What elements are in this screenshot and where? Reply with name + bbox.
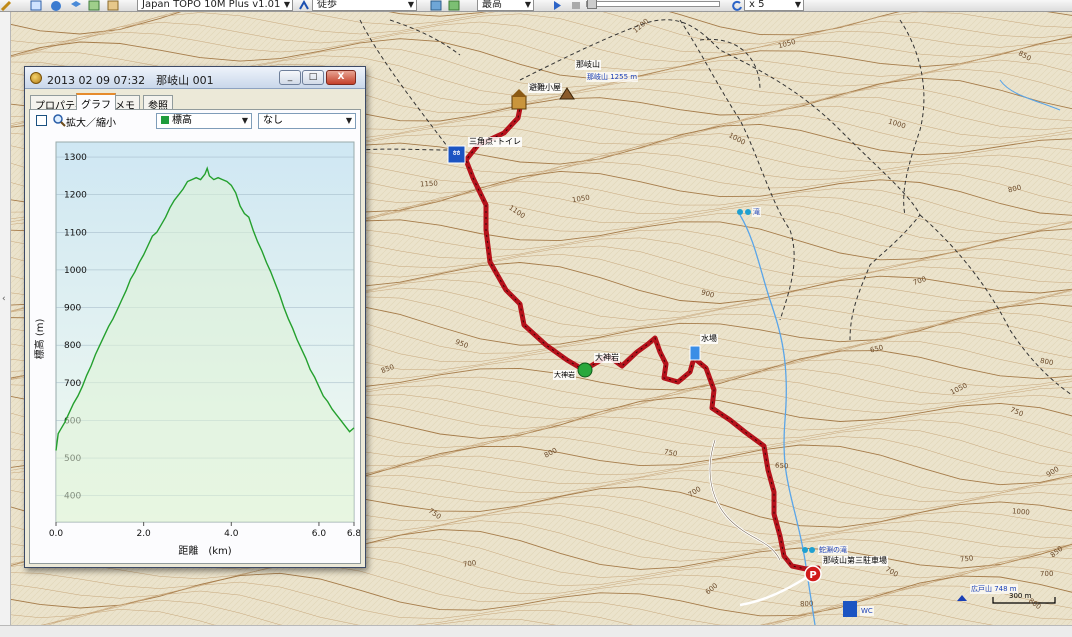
graph-options: 拡大／縮小 標高 ▼ なし ▼ [30, 110, 360, 132]
track-icon [30, 72, 42, 84]
compare-select[interactable]: なし ▼ [258, 113, 356, 129]
x-tick-label: 2.0 [136, 529, 151, 539]
elevation-chart[interactable]: 4005006007008009001000110012001300 0.02.… [30, 134, 360, 564]
playback-slider[interactable] [586, 0, 720, 9]
contour-label: 650 [774, 461, 789, 471]
contour-label: 1150 [419, 179, 439, 189]
chevron-down-icon: ▼ [524, 0, 531, 9]
trig-toilet-label: 三角点･トイレ [468, 137, 522, 147]
y-tick-label: 800 [64, 341, 81, 351]
y-tick-label: 900 [64, 304, 81, 314]
tab-reference[interactable]: 参照 [143, 95, 173, 112]
y-tick-label: 1300 [64, 153, 87, 163]
zoom-checkbox[interactable] [36, 115, 47, 126]
compare-select-value: なし [263, 115, 283, 126]
slider-handle[interactable] [587, 0, 597, 9]
layers-icon[interactable] [70, 0, 82, 11]
map-icon[interactable] [88, 0, 100, 11]
waypoint-ogamiiwa[interactable] [577, 362, 593, 378]
chevron-down-icon: ▼ [283, 0, 290, 9]
chevron-down-icon: ▼ [345, 116, 352, 125]
wc-icon[interactable] [843, 601, 857, 617]
mode-select[interactable]: 徒歩 ▼ [312, 0, 417, 11]
summit-elevation-label: 那岐山 1255 m [586, 72, 639, 82]
speed-value: x 5 [749, 0, 765, 10]
terrain-icon[interactable] [430, 0, 442, 11]
toolbar: Japan TOPO 10M Plus v1.01 ▼ 徒歩 ▼ 最高 ▼ x 5 ▼ [0, 0, 1072, 12]
series-select-value: 標高 [172, 115, 192, 126]
tab-graph[interactable]: グラフ [76, 93, 116, 111]
fall-lower-label: 蛇淵の滝 [818, 545, 848, 555]
waterfall-icon[interactable] [802, 547, 808, 553]
close-button[interactable]: X [326, 70, 356, 85]
speed-select[interactable]: x 5 ▼ [744, 0, 804, 11]
magnifier-icon [53, 114, 66, 127]
contour-label: 800 [799, 599, 814, 609]
window-icon[interactable] [30, 0, 42, 11]
contour-label: 750 [959, 554, 974, 564]
collapse-grip-icon[interactable]: ‹ [2, 294, 9, 312]
play-icon[interactable] [551, 0, 563, 11]
dialog-title: 2013 02 09 07:32 那岐山 001 [47, 74, 214, 87]
summit-label: 那岐山 [575, 60, 601, 70]
toilet-glyph: ᅘ [451, 149, 461, 162]
waterfall-icon[interactable] [737, 209, 743, 215]
map-layers-icon[interactable] [107, 0, 119, 11]
x-tick-label: 4.0 [224, 529, 239, 539]
graph-panel: 拡大／縮小 標高▼ なし▼ 40050060070080090010001100… [29, 109, 361, 564]
series-select[interactable]: 標高 ▼ [156, 113, 252, 129]
water-tap-icon[interactable] [689, 345, 701, 361]
x-tick-label: 6.8 [347, 529, 360, 539]
map-left-edge: ‹ [0, 12, 11, 637]
track-properties-dialog: 2013 02 09 07:32 那岐山 001 _ □ X プロパティ グラフ… [24, 66, 366, 568]
globe-icon[interactable] [50, 0, 62, 11]
waterfall-icon [809, 547, 815, 553]
minimize-button[interactable]: _ [279, 70, 301, 85]
water-label: 水場 [700, 334, 718, 344]
x-axis-label: 距離 (km) [178, 544, 231, 557]
chevron-down-icon: ▼ [241, 116, 248, 125]
y-tick-label: 1200 [64, 191, 87, 201]
contour-label: 1000 [1011, 507, 1031, 517]
route-icon[interactable] [298, 0, 310, 11]
wc-label: WC [860, 606, 874, 616]
stop-icon[interactable] [570, 0, 582, 11]
x-tick-label: 6.0 [312, 529, 327, 539]
parking-glyph: P [809, 570, 816, 581]
ogamiiwa-waypoint-label: 大神岩 [553, 370, 576, 380]
ogamiiwa-label: 大神岩 [594, 353, 620, 363]
y-tick-label: 1100 [64, 228, 87, 238]
x-tick-label: 0.0 [49, 529, 64, 539]
maximize-button[interactable]: □ [302, 70, 324, 85]
map-product-select[interactable]: Japan TOPO 10M Plus v1.01 ▼ [137, 0, 293, 11]
fall-upper-label: 滝 [752, 207, 761, 217]
status-bar [0, 625, 1072, 637]
hut-icon[interactable] [511, 95, 527, 110]
shade-icon[interactable] [448, 0, 460, 11]
parking-label: 那岐山第三駐車場 [822, 556, 888, 566]
replay-icon[interactable] [731, 0, 743, 11]
quality-select[interactable]: 最高 ▼ [477, 0, 534, 11]
zoom-label: 拡大／縮小 [66, 118, 116, 129]
y-axis-label: 標高 (m) [33, 319, 46, 360]
y-tick-label: 700 [64, 379, 81, 389]
map-product-value: Japan TOPO 10M Plus v1.01 [142, 0, 281, 10]
contour-label: 700 [1039, 569, 1054, 579]
app-window: ᅘ P 那岐山 那岐山 1255 m 避難小屋 三角点･トイレ 大神岩 大神岩 … [0, 0, 1072, 637]
dialog-titlebar[interactable]: 2013 02 09 07:32 那岐山 001 _ □ X [25, 67, 365, 89]
series-swatch [161, 116, 169, 124]
chevron-down-icon: ▼ [794, 0, 801, 9]
mode-value: 徒歩 [317, 0, 337, 10]
hut-label: 避難小屋 [528, 83, 562, 93]
waterfall-icon [745, 209, 751, 215]
x-axis: 0.0 2.0 4.0 6.0 6.8 [49, 522, 360, 539]
y-tick-label: 1000 [64, 266, 87, 276]
quality-value: 最高 [482, 0, 502, 10]
pencil-icon[interactable] [0, 0, 12, 11]
chevron-down-icon: ▼ [407, 0, 414, 9]
